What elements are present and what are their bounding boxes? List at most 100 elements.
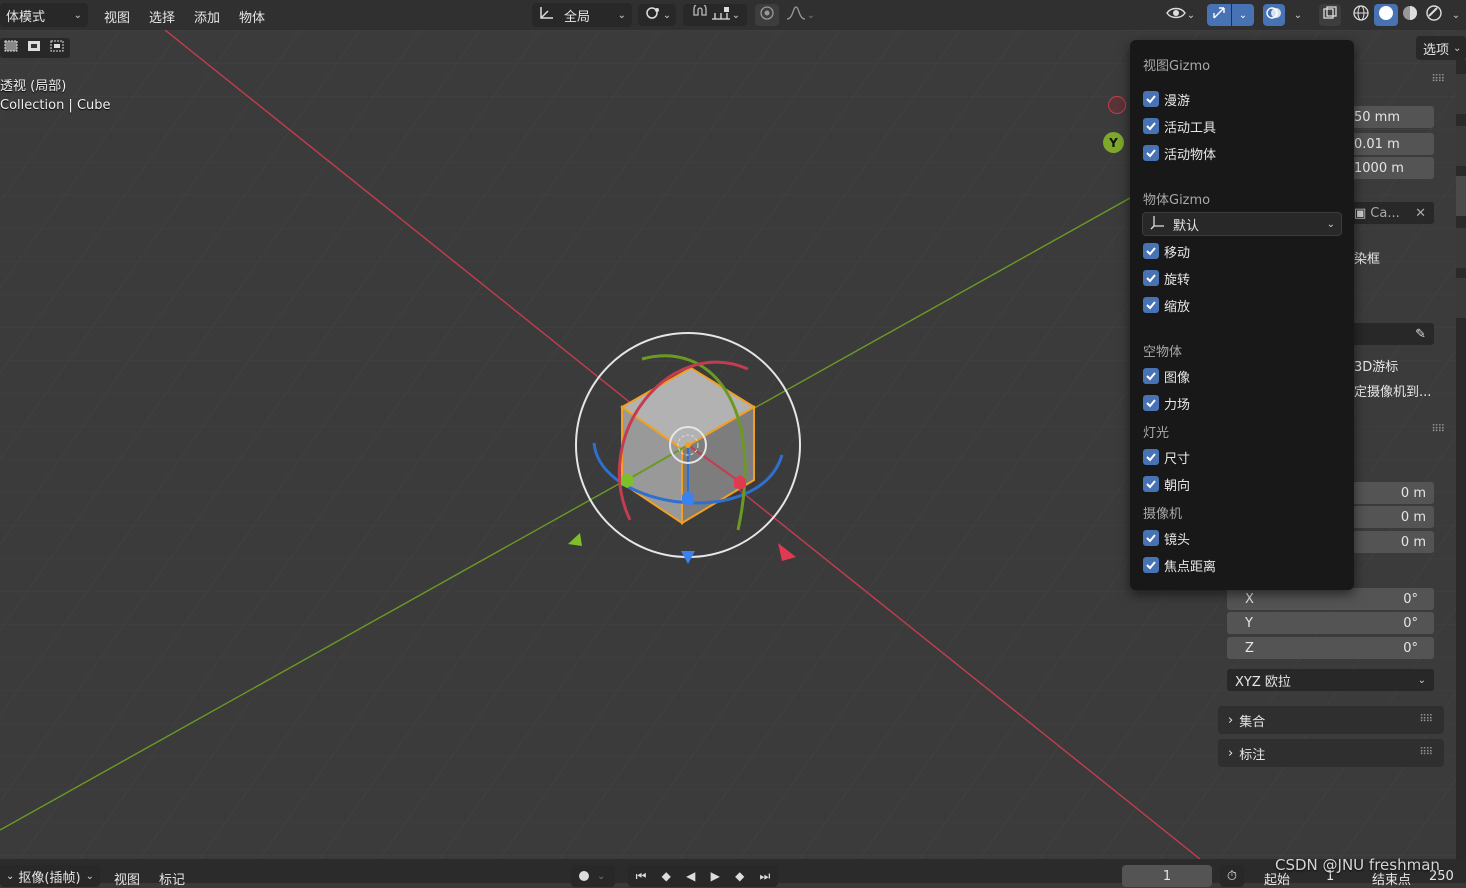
jump-end-icon[interactable]: ⏭ bbox=[760, 869, 771, 884]
rotation-mode-dropdown[interactable]: XYZ 欧拉 ⌄ bbox=[1227, 669, 1434, 691]
eyedropper-icon[interactable]: ✎ bbox=[1415, 327, 1426, 342]
next-keyframe-icon[interactable]: ◆ bbox=[735, 869, 744, 883]
checkmark-icon bbox=[1143, 270, 1159, 286]
rotation-y-value: 0° bbox=[1403, 615, 1418, 631]
gizmo-icon bbox=[1211, 5, 1227, 25]
checkbox-rotate[interactable]: 旋转 bbox=[1143, 269, 1190, 288]
close-icon[interactable]: ✕ bbox=[1415, 206, 1426, 221]
playback-controls[interactable]: ⏮ ◆ ◀ ▶ ◆ ⏭ bbox=[628, 865, 778, 887]
visibility-button[interactable]: ⌄ bbox=[1160, 4, 1200, 26]
menu-view[interactable]: 视图 bbox=[104, 7, 130, 26]
select-mode-buttons[interactable] bbox=[0, 38, 70, 58]
overlays-dropdown-button[interactable]: ⌄ bbox=[1287, 4, 1309, 26]
rotation-z-label: Z bbox=[1245, 640, 1254, 656]
timeline-header: ⌄ 抠像(插帧) ⌄ 视图 标记 ⌄ ⏮ ◆ ◀ ▶ ◆ ⏭ 1 ⏱ 起始 1 … bbox=[0, 859, 1466, 888]
rotation-y-field[interactable]: Y 0° bbox=[1227, 612, 1434, 634]
shading-material-button[interactable] bbox=[1398, 4, 1422, 26]
drag-handle-icon[interactable]: ⠿⠿ bbox=[1431, 74, 1445, 85]
gizmo-orientation-dropdown[interactable]: 默认 ⌄ bbox=[1142, 212, 1342, 236]
checkbox-scale[interactable]: 缩放 bbox=[1143, 296, 1190, 315]
magnet-icon bbox=[690, 2, 710, 25]
keying-button[interactable]: ⌄ bbox=[571, 865, 615, 887]
transform-orientation-dropdown[interactable]: 全局 ⌄ bbox=[532, 3, 632, 27]
options-dropdown[interactable]: 选项 ⌄ bbox=[1416, 36, 1466, 60]
chevron-down-icon: ⌄ bbox=[73, 9, 82, 21]
wireframe-sphere-icon bbox=[1352, 4, 1370, 26]
falloff-button[interactable]: ⌄ bbox=[782, 4, 818, 26]
prev-keyframe-icon[interactable]: ◆ bbox=[662, 869, 671, 883]
orientation-axes-icon bbox=[1149, 214, 1167, 234]
play-icon[interactable]: ▶ bbox=[711, 869, 720, 883]
gizmo-dropdown-button[interactable]: ⌄ bbox=[1232, 4, 1254, 26]
playback-dropdown[interactable]: ⌄ 抠像(插帧) ⌄ bbox=[0, 865, 100, 887]
overlays-toggle-button[interactable] bbox=[1263, 4, 1285, 26]
drag-handle-icon[interactable]: ⠿⠿ bbox=[1419, 714, 1433, 725]
sidebar-tabs[interactable] bbox=[1456, 60, 1466, 880]
camera-lock-field[interactable]: ✎ bbox=[1346, 323, 1434, 345]
eye-icon bbox=[1165, 5, 1187, 25]
rotation-x-field[interactable]: X 0° bbox=[1227, 588, 1434, 610]
transform-gizmo[interactable] bbox=[560, 325, 820, 565]
drag-handle-icon[interactable]: ⠿⠿ bbox=[1431, 424, 1445, 435]
location-z-field[interactable]: 0 m bbox=[1346, 531, 1434, 553]
focal-length-field[interactable]: 50 mm bbox=[1346, 106, 1434, 128]
menu-object[interactable]: 物体 bbox=[239, 7, 265, 26]
view-name-label: 透视 (局部) bbox=[0, 75, 66, 94]
rotation-z-field[interactable]: Z 0° bbox=[1227, 637, 1434, 659]
shading-dropdown-button[interactable]: ⌄ bbox=[1447, 4, 1465, 26]
current-frame-field[interactable]: 1 bbox=[1122, 865, 1212, 887]
snap-button[interactable]: ⌄ bbox=[683, 2, 747, 26]
chevron-down-icon: ⌄ bbox=[6, 870, 15, 882]
checkbox-light-size[interactable]: 尺寸 bbox=[1143, 448, 1190, 467]
sidebar-tab[interactable] bbox=[1456, 278, 1466, 318]
shading-rendered-button[interactable] bbox=[1422, 4, 1446, 26]
clip-end-field[interactable]: 1000 m bbox=[1346, 157, 1434, 179]
proportional-edit-button[interactable] bbox=[755, 4, 779, 26]
lock-camera-label: 定摄像机到... bbox=[1354, 385, 1432, 400]
checkbox-image[interactable]: 图像 bbox=[1143, 367, 1190, 386]
menu-add[interactable]: 添加 bbox=[194, 7, 220, 26]
collection-label: Collection | Cube bbox=[0, 98, 111, 113]
sidebar-tab[interactable] bbox=[1456, 126, 1466, 166]
mode-selector[interactable]: 体模式 ⌄ bbox=[0, 3, 88, 27]
checkbox-active-tools[interactable]: 活动工具 bbox=[1143, 117, 1216, 136]
rotation-x-value: 0° bbox=[1403, 591, 1418, 607]
gizmo-settings-popover: 视图Gizmo 漫游 活动工具 活动物体 物体Gizmo 默认 ⌄ 移动 旋转 … bbox=[1130, 40, 1354, 590]
checkbox-active-object[interactable]: 活动物体 bbox=[1143, 144, 1216, 163]
clip-start-field[interactable]: 0.01 m bbox=[1346, 133, 1434, 155]
render-region-label: 染框 bbox=[1354, 252, 1381, 267]
checkbox-label: 镜头 bbox=[1164, 532, 1191, 548]
checkbox-camera-lens[interactable]: 镜头 bbox=[1143, 529, 1191, 548]
shading-solid-button[interactable] bbox=[1374, 4, 1398, 26]
location-y-field[interactable]: 0 m bbox=[1346, 506, 1434, 528]
nav-gizmo-y[interactable]: Y bbox=[1103, 132, 1124, 153]
sidebar-tab[interactable] bbox=[1456, 228, 1466, 268]
timeline-menu-view[interactable]: 视图 bbox=[114, 869, 140, 888]
shading-wireframe-button[interactable] bbox=[1349, 4, 1373, 26]
checkbox-move[interactable]: 移动 bbox=[1143, 242, 1190, 261]
record-icon bbox=[579, 871, 589, 881]
checkbox-navigate[interactable]: 漫游 bbox=[1143, 90, 1190, 109]
local-camera-field[interactable]: ▣ Ca... ✕ bbox=[1346, 202, 1434, 224]
location-x-field[interactable]: 0 m bbox=[1346, 482, 1434, 504]
view-name-text: 透视 (局部) bbox=[0, 79, 67, 94]
drag-handle-icon[interactable]: ⠿⠿ bbox=[1419, 747, 1433, 758]
chevron-down-icon: ⌄ bbox=[597, 870, 606, 882]
sidebar-tab-active[interactable] bbox=[1456, 176, 1466, 216]
xray-toggle-button[interactable] bbox=[1319, 4, 1341, 26]
gizmo-toggle-button[interactable] bbox=[1207, 4, 1231, 26]
timeline-menu-marker[interactable]: 标记 bbox=[159, 869, 185, 888]
nav-gizmo-x-negative[interactable] bbox=[1108, 96, 1126, 114]
chevron-down-icon: ⌄ bbox=[731, 9, 741, 21]
checkbox-force-field[interactable]: 力场 bbox=[1143, 394, 1190, 413]
play-reverse-icon[interactable]: ◀ bbox=[686, 869, 695, 883]
checkbox-light-look-at[interactable]: 朝向 bbox=[1143, 475, 1190, 494]
collections-panel-header[interactable]: › 集合 ⠿⠿ bbox=[1218, 706, 1444, 734]
menu-select[interactable]: 选择 bbox=[149, 7, 175, 26]
annotations-panel-header[interactable]: › 标注 ⠿⠿ bbox=[1218, 739, 1444, 767]
checkbox-focus-distance[interactable]: 焦点距离 bbox=[1143, 556, 1216, 575]
pivot-point-button[interactable]: ⌄ bbox=[638, 4, 676, 26]
preview-range-button[interactable]: ⏱ bbox=[1220, 865, 1244, 887]
sidebar-tab[interactable] bbox=[1456, 74, 1466, 114]
jump-start-icon[interactable]: ⏮ bbox=[636, 869, 647, 884]
